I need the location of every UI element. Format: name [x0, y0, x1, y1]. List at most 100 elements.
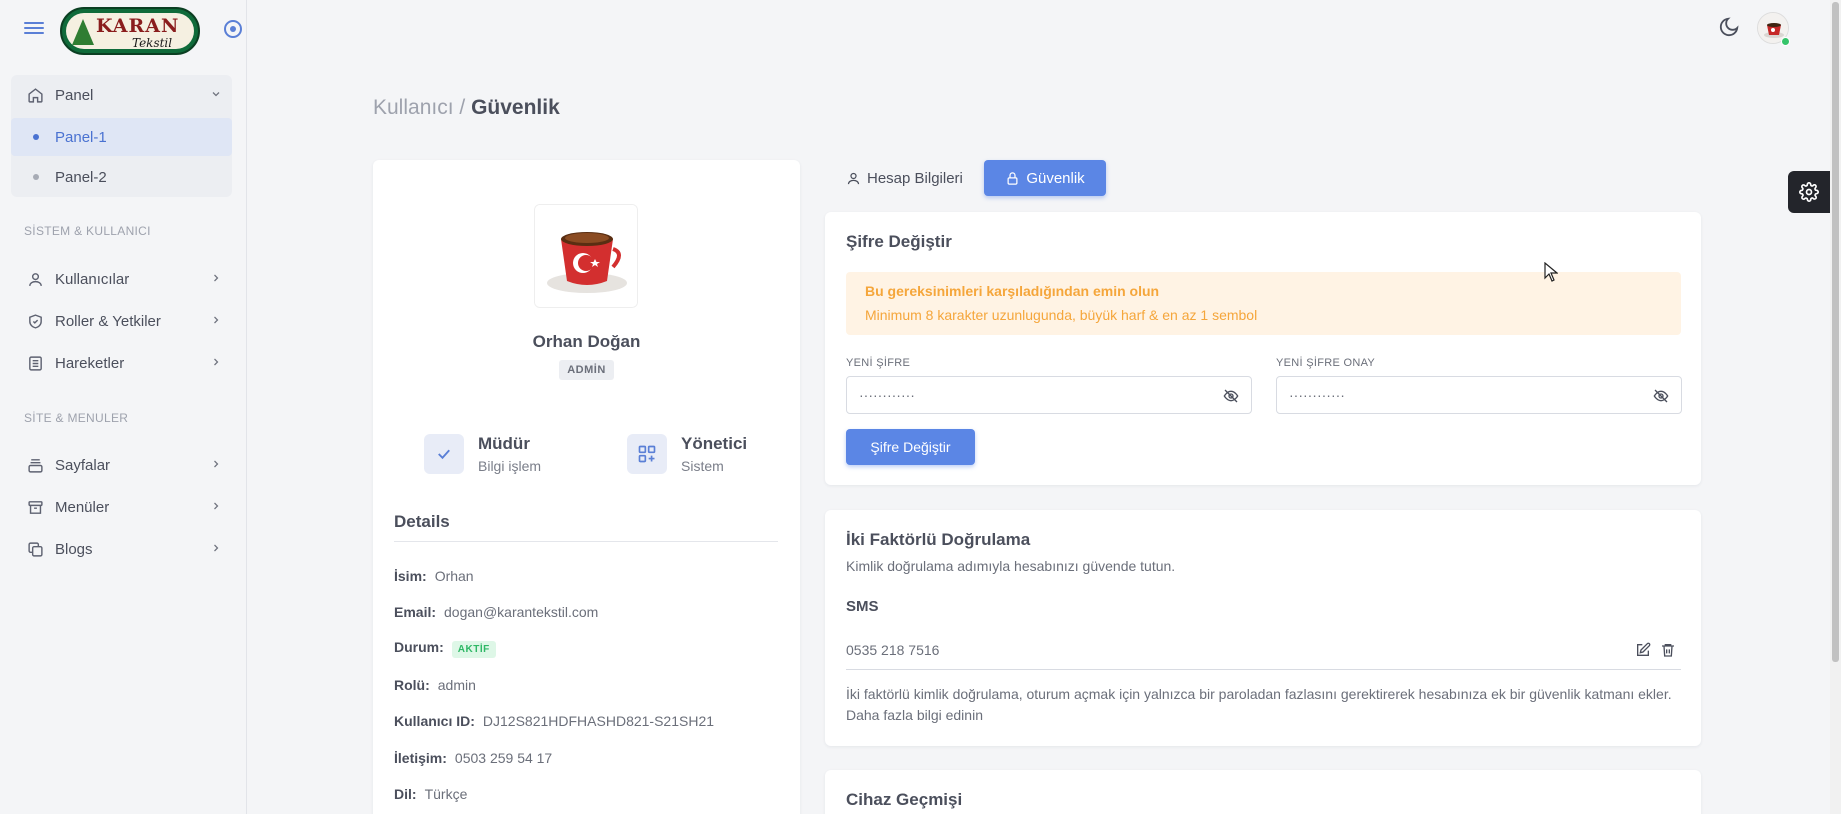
sidebar-item-label: Kullanıcılar [55, 270, 130, 288]
section-label-users: SİSTEM & KULLANICI [24, 224, 151, 238]
detail-value: Türkçe [424, 786, 468, 802]
sidebar-item-panel-2[interactable]: Panel-2 [11, 158, 232, 196]
new-password-input[interactable] [859, 385, 1199, 405]
sidebar-item-blogs[interactable]: Blogs [0, 529, 247, 569]
detail-row-language: Dil: Türkçe [394, 786, 467, 802]
detail-label: Kullanıcı ID: [394, 713, 475, 729]
company-logo[interactable]: KARAN Tekstil [60, 7, 200, 55]
detail-row-status: Durum: AKTİF [394, 639, 496, 658]
detail-label: İletişim: [394, 750, 447, 766]
detail-row-name: İsim: Orhan [394, 568, 474, 584]
archive-icon [26, 498, 44, 516]
two-factor-card: İki Faktörlü Doğrulama Kimlik doğrulama … [825, 510, 1701, 746]
scrollbar-thumb[interactable] [1832, 2, 1839, 662]
sidebar-item-menus[interactable]: Menüler [0, 487, 247, 527]
list-icon [26, 354, 44, 372]
new-password-label: YENİ ŞİFRE [846, 357, 911, 369]
sms-row: 0535 218 7516 [846, 620, 1681, 670]
sidebar-pin-icon[interactable] [224, 20, 242, 38]
detail-label: Rolü: [394, 677, 430, 693]
detail-value: admin [437, 677, 476, 693]
learn-more-link[interactable]: Daha fazla bilgi edinin [846, 707, 983, 723]
sidebar-item-label: Panel [55, 86, 94, 104]
eye-off-icon[interactable] [1653, 388, 1669, 404]
detail-value: 0503 259 54 17 [454, 750, 553, 766]
chevron-right-icon [210, 499, 222, 515]
settings-gear-icon[interactable] [1788, 171, 1830, 213]
tab-security[interactable]: Güvenlik [984, 160, 1106, 196]
lock-icon [1007, 171, 1018, 185]
logo-mark-icon [72, 19, 94, 45]
status-badge: AKTİF [451, 641, 496, 658]
change-password-card: Şifre Değiştir Bu gereksinimleri karşıla… [825, 212, 1701, 485]
tab-label: Güvenlik [1026, 169, 1085, 187]
logo-subtext: Tekstil [132, 36, 173, 49]
tab-account-info[interactable]: Hesap Bilgileri [836, 160, 966, 196]
section-label-site: SİTE & MENULER [24, 411, 129, 425]
detail-label: Email: [394, 604, 437, 620]
sms-phone-number: 0535 218 7516 [846, 642, 940, 658]
detail-value: dogan@karantekstil.com [444, 604, 599, 620]
brand-header: KARAN Tekstil [0, 0, 247, 62]
sidebar-subitem-label: Panel-2 [55, 168, 107, 186]
breadcrumb-parent[interactable]: Kullanıcı / [373, 96, 465, 119]
trash-icon[interactable] [1660, 642, 1677, 659]
sidebar-item-activities[interactable]: Hareketler [0, 343, 247, 383]
detail-label: Durum: [394, 639, 444, 655]
stat-subtitle: Sistem [681, 458, 724, 474]
sidebar: KARAN Tekstil Panel Panel-1 Panel-2 SİST… [0, 0, 247, 814]
confirm-password-input[interactable] [1289, 385, 1629, 405]
sidebar-item-label: Sayfalar [55, 456, 111, 474]
divider [394, 541, 778, 542]
card-title: Cihaz Geçmişi [846, 790, 963, 809]
detail-row-contact: İletişim: 0503 259 54 17 [394, 750, 552, 766]
dark-mode-toggle-icon[interactable] [1718, 16, 1740, 38]
chevron-right-icon [210, 271, 222, 287]
breadcrumb: Kullanıcı / Güvenlik [373, 96, 560, 120]
eye-off-icon[interactable] [1223, 388, 1239, 404]
sidebar-item-pages[interactable]: Sayfalar [0, 445, 247, 485]
sidebar-item-users[interactable]: Kullanıcılar [0, 259, 247, 299]
detail-label: Dil: [394, 786, 417, 802]
user-icon [847, 172, 860, 184]
sidebar-item-label: Hareketler [55, 354, 125, 372]
device-history-card: Cihaz Geçmişi [825, 770, 1701, 814]
alert-text: Minimum 8 karakter uzunlugunda, büyük ha… [865, 307, 1258, 323]
breadcrumb-current: Güvenlik [471, 96, 560, 119]
copy-icon [26, 540, 44, 558]
two-factor-note: İki faktörlü kimlik doğrulama, oturum aç… [846, 684, 1676, 726]
sidebar-subitem-label: Panel-1 [55, 128, 107, 146]
change-password-button[interactable]: Şifre Değiştir [846, 429, 975, 465]
new-password-field [846, 376, 1252, 414]
menu-toggle-icon[interactable] [24, 19, 44, 37]
profile-name: Orhan Doğan [532, 332, 641, 351]
bullet-icon [33, 134, 39, 140]
logo-text: KARAN [96, 15, 180, 37]
detail-row-email: Email: dogan@karantekstil.com [394, 604, 598, 620]
sms-label: SMS [846, 598, 879, 615]
sidebar-item-panel-1[interactable]: Panel-1 [11, 118, 232, 156]
stat-subtitle: Bilgi işlem [478, 458, 542, 474]
chevron-down-icon [210, 87, 222, 103]
sidebar-item-roles[interactable]: Roller & Yetkiler [0, 301, 247, 341]
home-icon [26, 86, 44, 104]
chevron-right-icon [210, 313, 222, 329]
confirm-password-label: YENİ ŞİFRE ONAY [1276, 357, 1376, 369]
check-icon [424, 434, 464, 474]
details-heading: Details [394, 512, 450, 531]
chevron-right-icon [210, 355, 222, 371]
user-icon [26, 270, 44, 288]
detail-row-user-id: Kullanıcı ID: DJ12S821HDFHASHD821-S21SH21 [394, 713, 714, 729]
stat-title: Müdür [478, 434, 530, 453]
sidebar-item-label: Roller & Yetkiler [55, 312, 161, 330]
detail-label: İsim: [394, 568, 427, 584]
chevron-right-icon [210, 457, 222, 473]
sidebar-item-panel[interactable]: Panel [0, 75, 247, 115]
sms-actions [1635, 642, 1677, 659]
edit-icon[interactable] [1635, 642, 1652, 659]
online-status-indicator [1781, 37, 1790, 46]
profile-card: Orhan Doğan ADMİN Müdür Bilgi işlem Yöne… [373, 160, 800, 814]
profile-photo [534, 204, 638, 308]
sidebar-item-label: Blogs [55, 540, 93, 558]
note-text: İki faktörlü kimlik doğrulama, oturum aç… [846, 686, 1672, 702]
